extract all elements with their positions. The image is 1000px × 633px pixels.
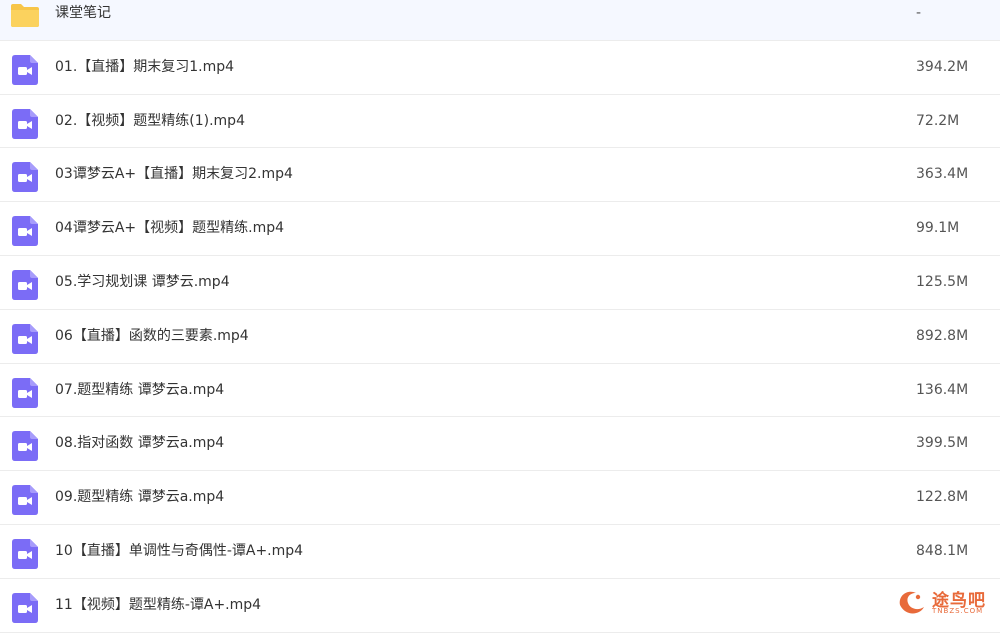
file-size: 848.1M — [916, 542, 969, 559]
file-name[interactable]: 11【视频】题型精练-谭A+.mp4 — [55, 579, 261, 632]
file-row[interactable]: 02.【视频】题型精练(1).mp4 72.2M — [0, 95, 1000, 149]
video-icon — [12, 216, 42, 247]
file-row[interactable]: 09.题型精练 谭梦云a.mp4 122.8M — [0, 471, 1000, 525]
file-name[interactable]: 10【直播】单调性与奇偶性-谭A+.mp4 — [55, 525, 303, 578]
file-list: 课堂笔记 - 01.【直播】期末复习1.mp4 394.2M 02.【视频】题型精练(1… — [0, 0, 1000, 633]
file-row[interactable]: 05.学习规划课 谭梦云.mp4 125.5M — [0, 256, 1000, 310]
file-name[interactable]: 05.学习规划课 谭梦云.mp4 — [55, 256, 230, 309]
file-row[interactable]: 11【视频】题型精练-谭A+.mp4 — [0, 579, 1000, 633]
folder-row[interactable]: 课堂笔记 - — [0, 0, 1000, 41]
file-row[interactable]: 04谭梦云A+【视频】题型精练.mp4 99.1M — [0, 202, 1000, 256]
file-size: 72.2M — [916, 112, 960, 129]
bird-logo-icon — [899, 591, 924, 614]
file-row[interactable]: 07.题型精练 谭梦云a.mp4 136.4M — [0, 364, 1000, 418]
file-size: 394.2M — [916, 58, 969, 75]
file-name[interactable]: 01.【直播】期末复习1.mp4 — [55, 41, 234, 94]
watermark-subtext: TNBZS.COM — [932, 607, 984, 615]
file-size: - — [916, 5, 922, 21]
folder-icon — [10, 2, 40, 32]
video-icon — [12, 108, 42, 139]
video-icon — [12, 323, 42, 354]
video-icon — [12, 485, 42, 516]
file-size: 136.4M — [916, 381, 969, 398]
file-size: 99.1M — [916, 220, 960, 237]
video-icon — [12, 269, 42, 300]
file-row[interactable]: 06【直播】函数的三要素.mp4 892.8M — [0, 310, 1000, 364]
file-row[interactable]: 10【直播】单调性与奇偶性-谭A+.mp4 848.1M — [0, 525, 1000, 579]
file-size: 363.4M — [916, 166, 969, 183]
file-name[interactable]: 06【直播】函数的三要素.mp4 — [55, 310, 249, 363]
file-name[interactable]: 04谭梦云A+【视频】题型精练.mp4 — [55, 202, 284, 255]
file-size: 399.5M — [916, 435, 969, 452]
file-name[interactable]: 02.【视频】题型精练(1).mp4 — [55, 95, 245, 148]
file-name[interactable]: 03谭梦云A+【直播】期末复习2.mp4 — [55, 148, 293, 201]
video-icon — [12, 54, 42, 85]
file-size: 892.8M — [916, 327, 969, 344]
file-size: 125.5M — [916, 273, 969, 290]
file-name[interactable]: 09.题型精练 谭梦云a.mp4 — [55, 471, 224, 524]
file-row[interactable]: 08.指对函数 谭梦云a.mp4 399.5M — [0, 417, 1000, 472]
video-icon — [12, 538, 42, 569]
file-name[interactable]: 课堂笔记 — [55, 0, 111, 40]
file-row[interactable]: 03谭梦云A+【直播】期末复习2.mp4 363.4M — [0, 148, 1000, 203]
file-name[interactable]: 08.指对函数 谭梦云a.mp4 — [55, 417, 224, 470]
video-icon — [12, 377, 42, 408]
watermark-logo: 途鸟吧 TNBZS.COM — [894, 585, 994, 619]
video-icon — [12, 592, 42, 623]
video-icon — [12, 162, 42, 193]
video-icon — [12, 431, 42, 462]
file-size: 122.8M — [916, 489, 969, 506]
file-name[interactable]: 07.题型精练 谭梦云a.mp4 — [55, 364, 224, 417]
file-row[interactable]: 01.【直播】期末复习1.mp4 394.2M — [0, 41, 1000, 95]
